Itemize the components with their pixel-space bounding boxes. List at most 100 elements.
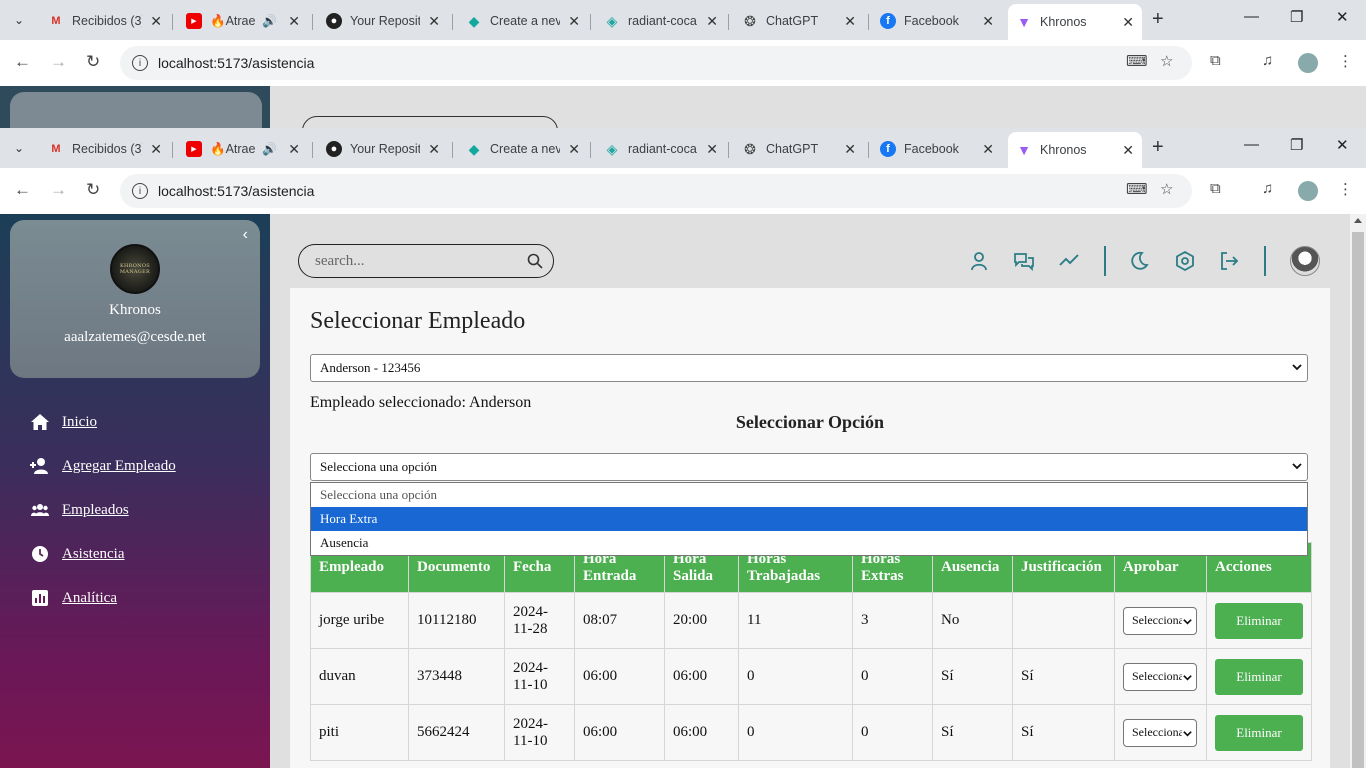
menu-kebab-icon[interactable]: ⋮ (1338, 180, 1353, 198)
close-icon[interactable]: ✕ (844, 13, 856, 30)
extensions-icon[interactable]: ⧉ (1210, 52, 1221, 69)
omnibox[interactable]: i localhost:5173/asistencia (120, 174, 1192, 208)
tab-facebook[interactable]: f Facebook ✕ (872, 6, 1002, 36)
moon-icon[interactable] (1128, 250, 1150, 272)
tab-search-icon[interactable]: ⌄ (4, 6, 34, 34)
tab-github[interactable]: ● Your Reposit ✕ (318, 134, 448, 164)
search-icon[interactable] (527, 253, 543, 274)
close-icon[interactable]: ✕ (428, 13, 440, 30)
omnibox[interactable]: i localhost:5173/asistencia (120, 46, 1192, 80)
close-icon[interactable]: ✕ (288, 13, 300, 30)
tab-gmail[interactable]: M Recibidos (3) ✕ (40, 134, 170, 164)
minimize-icon[interactable]: — (1244, 8, 1259, 25)
close-icon[interactable]: ✕ (568, 13, 580, 30)
option-select[interactable]: Selecciona una opción (310, 453, 1308, 481)
tab-github[interactable]: ● Your Reposit ✕ (318, 6, 448, 36)
forward-icon[interactable]: → (50, 52, 67, 72)
delete-button[interactable]: Eliminar (1215, 714, 1303, 751)
minimize-icon[interactable]: — (1244, 136, 1259, 153)
chat-icon[interactable] (1013, 250, 1035, 272)
profile-avatar[interactable] (1298, 53, 1318, 73)
approve-select[interactable]: Selecciona (1123, 662, 1197, 691)
close-icon[interactable]: ✕ (1122, 14, 1134, 31)
tab-create[interactable]: ◆ Create a nev ✕ (458, 6, 588, 36)
chatgpt-icon: ❂ (744, 12, 756, 29)
close-icon[interactable]: ✕ (982, 13, 994, 30)
logout-icon[interactable] (1218, 250, 1240, 272)
delete-button[interactable]: Eliminar (1215, 602, 1303, 639)
menu-kebab-icon[interactable]: ⋮ (1338, 52, 1353, 70)
tab-khronos[interactable]: ▼ Khronos ✕ (1008, 4, 1142, 40)
reload-icon[interactable]: ↻ (86, 180, 100, 200)
window-close-icon[interactable]: ✕ (1336, 136, 1349, 154)
reload-icon[interactable]: ↻ (86, 52, 100, 72)
close-icon[interactable]: ✕ (844, 141, 856, 158)
audio-icon[interactable]: 🔊 (262, 142, 277, 156)
tab-youtube[interactable]: ▶ 🔥Atrae 🔊 ✕ (178, 6, 308, 36)
forward-icon[interactable]: → (50, 180, 67, 200)
search-input[interactable]: search... (298, 244, 554, 278)
new-tab-icon[interactable]: + (1152, 136, 1164, 159)
media-control-icon[interactable]: ♫ (1262, 52, 1273, 69)
tab-chatgpt[interactable]: ❂ ChatGPT ✕ (734, 6, 864, 36)
translate-icon[interactable]: ⌨ (1126, 52, 1148, 70)
tab-search-icon[interactable]: ⌄ (4, 134, 34, 162)
close-icon[interactable]: ✕ (150, 141, 162, 158)
page-scrollbar[interactable] (1350, 214, 1366, 768)
sidebar-item-inicio[interactable]: Inicio (30, 400, 176, 444)
profile-avatar[interactable] (1298, 181, 1318, 201)
tab-netlify[interactable]: ◈ radiant-coca ✕ (596, 6, 726, 36)
gmail-icon: M (51, 143, 61, 155)
chevron-down-icon (1291, 361, 1303, 377)
dropdown-option-placeholder[interactable]: Selecciona una opción (311, 483, 1307, 507)
translate-icon[interactable]: ⌨ (1126, 180, 1148, 198)
tab-create[interactable]: ◆ Create a nev ✕ (458, 134, 588, 164)
approve-select[interactable]: Selecciona (1123, 718, 1197, 747)
approve-select[interactable]: Selecciona (1123, 606, 1197, 635)
scroll-up-arrow-icon[interactable] (1354, 218, 1362, 223)
khronos-logo: KHRONOS MANAGER (110, 244, 160, 294)
dropdown-option-hora-extra[interactable]: Hora Extra (311, 507, 1307, 531)
trend-icon[interactable] (1058, 250, 1080, 272)
tab-netlify[interactable]: ◈ radiant-coca ✕ (596, 134, 726, 164)
scroll-thumb[interactable] (1352, 232, 1364, 768)
site-info-icon[interactable]: i (132, 55, 148, 71)
collapse-chevron-icon[interactable]: ‹ (243, 226, 248, 244)
close-icon[interactable]: ✕ (982, 141, 994, 158)
close-icon[interactable]: ✕ (428, 141, 440, 158)
vite-icon: ▼ (1017, 142, 1031, 158)
tab-khronos[interactable]: ▼ Khronos ✕ (1008, 132, 1142, 168)
close-icon[interactable]: ✕ (706, 13, 718, 30)
delete-button[interactable]: Eliminar (1215, 658, 1303, 695)
back-icon[interactable]: ← (14, 180, 31, 200)
restore-icon[interactable]: ❐ (1290, 8, 1303, 26)
user-avatar[interactable] (1290, 246, 1320, 276)
site-info-icon[interactable]: i (132, 183, 148, 199)
tab-youtube[interactable]: ▶ 🔥Atrae 🔊 ✕ (178, 134, 308, 164)
dropdown-option-ausencia[interactable]: Ausencia (311, 531, 1307, 555)
bookmark-star-icon[interactable]: ☆ (1160, 52, 1173, 70)
window-close-icon[interactable]: ✕ (1336, 8, 1349, 26)
sidebar-item-agregar-empleado[interactable]: Agregar Empleado (30, 444, 176, 488)
close-icon[interactable]: ✕ (706, 141, 718, 158)
close-icon[interactable]: ✕ (150, 13, 162, 30)
audio-icon[interactable]: 🔊 (262, 14, 277, 28)
close-icon[interactable]: ✕ (568, 141, 580, 158)
restore-icon[interactable]: ❐ (1290, 136, 1303, 154)
tab-gmail[interactable]: M Recibidos (3) ✕ (40, 6, 170, 36)
user-icon[interactable] (968, 250, 990, 272)
tab-facebook[interactable]: f Facebook ✕ (872, 134, 1002, 164)
new-tab-icon[interactable]: + (1152, 8, 1164, 31)
sidebar-item-asistencia[interactable]: Asistencia (30, 532, 176, 576)
sidebar-item-empleados[interactable]: Empleados (30, 488, 176, 532)
sidebar-item-analitica[interactable]: Analítica (30, 576, 176, 620)
employee-select[interactable]: Anderson - 123456 (310, 354, 1308, 382)
extensions-icon[interactable]: ⧉ (1210, 180, 1221, 197)
close-icon[interactable]: ✕ (288, 141, 300, 158)
close-icon[interactable]: ✕ (1122, 142, 1134, 159)
back-icon[interactable]: ← (14, 52, 31, 72)
tab-chatgpt[interactable]: ❂ ChatGPT ✕ (734, 134, 864, 164)
settings-icon[interactable] (1174, 250, 1196, 272)
bookmark-star-icon[interactable]: ☆ (1160, 180, 1173, 198)
media-control-icon[interactable]: ♫ (1262, 180, 1273, 197)
